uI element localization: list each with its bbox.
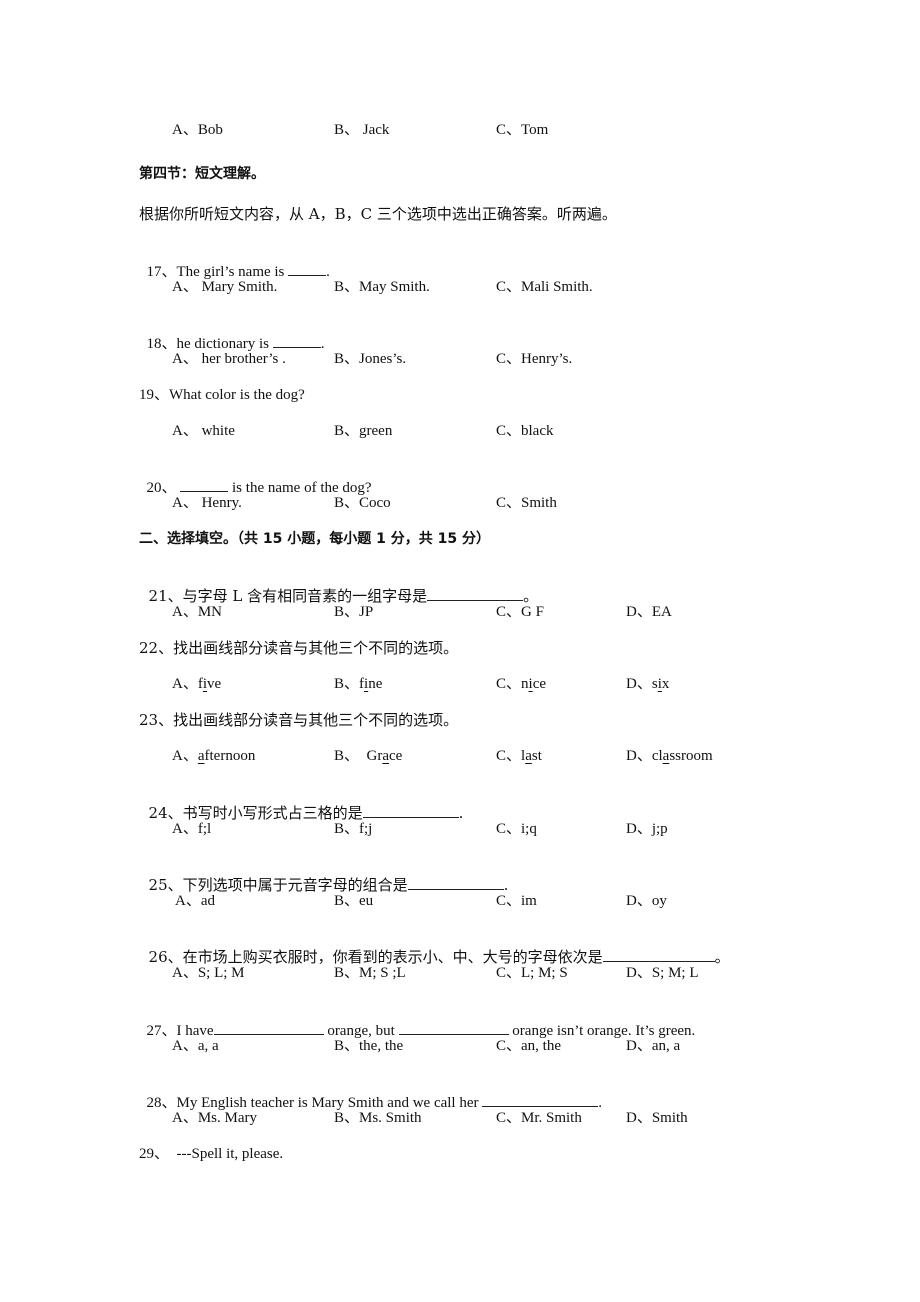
option-c: C、G F (496, 604, 544, 620)
option-b: B、May Smith. (334, 279, 430, 295)
question-26-options: A、S; L; M B、M; S ;L C、L; M; S D、S; M; L (172, 963, 872, 983)
question-22-options: A、five B、fine C、nice D、six (172, 674, 872, 694)
underlined-letter: a (197, 748, 205, 764)
question-29: 29、 ---Spell it, please. (139, 1146, 284, 1162)
question-21: 21、与字母 L 含有相同音素的一组字母是。 (139, 566, 539, 606)
option-c: C、L; M; S (496, 965, 568, 981)
answer-blank (398, 1020, 509, 1035)
option-a: A、 her brother’s . (172, 351, 286, 367)
answer-blank (180, 477, 229, 492)
option-c: C、Smith (496, 495, 557, 511)
option-c: C、im (496, 893, 537, 909)
section-instruction: 根据你所听短文内容，从 A，B，C 三个选项中选出正确答案。听两遍。 (139, 205, 617, 223)
option-b: B、Ms. Smith (334, 1110, 422, 1126)
option-b: B、Jones’s. (334, 351, 407, 367)
question-19-options: A、 white B、green C、black (172, 421, 872, 441)
question-20-options: A、 Henry. B、Coco C、Smith (172, 493, 872, 513)
option-b: B、Coco (334, 495, 391, 511)
answer-blank (362, 803, 459, 818)
answer-blank (482, 1092, 599, 1107)
option-a: A、S; L; M (172, 965, 245, 981)
answer-blank (213, 1020, 324, 1035)
option-d: D、j;p (626, 821, 668, 837)
question-26: 26、在市场上购买衣服时，你看到的表示小、中、大号的字母依次是。 (139, 927, 730, 967)
option-d: D、S; M; L (626, 965, 699, 981)
answer-blank (272, 333, 321, 348)
option-d: D、classroom (626, 748, 713, 764)
question-19: 19、What color is the dog? (139, 387, 305, 403)
option-a: A、afternoon (172, 748, 256, 764)
question-21-options: A、MN B、JP C、G F D、EA (172, 602, 872, 622)
question-28: 28、My English teacher is Mary Smith and … (139, 1072, 603, 1113)
option-b: B、 Grace (334, 748, 403, 764)
underlined-letter: a (382, 748, 390, 764)
question-24: 24、书写时小写形式占三格的是. (139, 783, 464, 823)
option-d: D、six (626, 676, 670, 692)
option-d: D、EA (626, 604, 672, 620)
option-c: C、last (496, 748, 542, 764)
option-d: D、Smith (626, 1110, 688, 1126)
section-heading: 第四节：短文理解。 (139, 166, 265, 182)
question-27: 27、I have orange, but orange isn’t orang… (139, 1000, 696, 1041)
option-c: C、Mr. Smith (496, 1110, 582, 1126)
question-18-options: A、 her brother’s . B、Jones’s. C、Henry’s. (172, 349, 872, 369)
answer-blank (602, 947, 715, 962)
question-18: 18、he dictionary is . (139, 313, 325, 354)
option-a: A、Ms. Mary (172, 1110, 257, 1126)
question-27-options: A、a, a B、the, the C、an, the D、an, a (172, 1036, 872, 1056)
option-a: A、Bob (172, 122, 223, 138)
prev-question-options: A、Bob B、 Jack C、Tom (172, 120, 872, 140)
option-b: B、the, the (334, 1038, 404, 1054)
option-a: A、 Mary Smith. (172, 279, 278, 295)
option-b: B、M; S ;L (334, 965, 406, 981)
option-b: B、fine (334, 676, 383, 692)
option-a: A、 Henry. (172, 495, 242, 511)
question-22: 22、找出画线部分读音与其他三个不同的选项。 (139, 639, 459, 657)
option-b: B、f;j (334, 821, 373, 837)
option-c: C、nice (496, 676, 547, 692)
option-c: C、Tom (496, 122, 549, 138)
question-17: 17、The girl’s name is . (139, 241, 330, 282)
option-c: C、black (496, 423, 554, 439)
option-a: A、five (172, 676, 222, 692)
question-25-options: A、ad B、eu C、im D、oy (175, 891, 875, 911)
question-17-options: A、 Mary Smith. B、May Smith. C、Mali Smith… (172, 277, 872, 297)
option-a: A、 white (172, 423, 235, 439)
option-b: B、 Jack (334, 122, 390, 138)
option-a: A、f;l (172, 821, 212, 837)
option-a: A、ad (175, 893, 215, 909)
option-c: C、Henry’s. (496, 351, 573, 367)
question-24-options: A、f;l B、f;j C、i;q D、j;p (172, 819, 872, 839)
question-25: 25、下列选项中属于元音字母的组合是. (139, 855, 509, 895)
option-a: A、a, a (172, 1038, 219, 1054)
option-b: B、green (334, 423, 393, 439)
question-20: 20、 is the name of the dog? (139, 457, 372, 498)
option-d: D、an, a (626, 1038, 681, 1054)
answer-blank (288, 261, 327, 276)
option-b: B、JP (334, 604, 374, 620)
question-23: 23、找出画线部分读音与其他三个不同的选项。 (139, 711, 459, 729)
option-a: A、MN (172, 604, 223, 620)
option-c: C、Mali Smith. (496, 279, 593, 295)
answer-blank (427, 586, 524, 601)
option-c: C、an, the (496, 1038, 561, 1054)
underlined-letter: a (525, 748, 532, 764)
option-b: B、eu (334, 893, 374, 909)
option-c: C、i;q (496, 821, 537, 837)
question-28-options: A、Ms. Mary B、Ms. Smith C、Mr. Smith D、Smi… (172, 1108, 872, 1128)
option-d: D、oy (626, 893, 667, 909)
part-heading: 二、选择填空。（共 15 小题，每小题 1 分，共 15 分） (139, 531, 490, 547)
answer-blank (407, 875, 504, 890)
question-23-options: A、afternoon B、 Grace C、last D、classroom (172, 746, 872, 766)
